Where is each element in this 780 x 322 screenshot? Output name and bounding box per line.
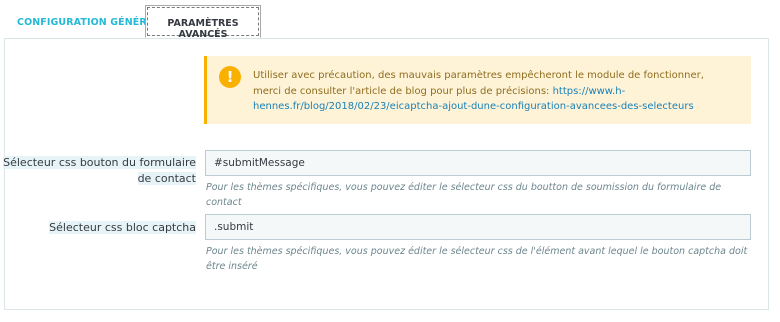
contact-button-selector-help: Pour les thèmes spécifiques, vous pouvez… xyxy=(206,182,722,208)
tab-parametres-avances[interactable]: PARAMÈTRES AVANCÉS xyxy=(145,5,261,40)
field-label-contact-button-selector: Sélecteur css bouton du formulaire de co… xyxy=(3,156,196,185)
captcha-block-selector-help: Pour les thèmes spécifiques, vous pouvez… xyxy=(206,246,748,272)
contact-button-selector-input[interactable] xyxy=(205,150,751,176)
captcha-block-selector-input[interactable] xyxy=(205,214,751,240)
alert-text: Utiliser avec précaution, des mauvais pa… xyxy=(253,70,704,97)
tab-parametres-avances-label: PARAMÈTRES AVANCÉS xyxy=(167,18,239,40)
warning-alert: ! Utiliser avec précaution, des mauvais … xyxy=(204,56,751,124)
warning-icon: ! xyxy=(219,66,241,88)
alert-message: Utiliser avec précaution, des mauvais pa… xyxy=(253,68,733,115)
tab-bar: CONFIGURATION GÉNÉRALE PARAMÈTRES AVANCÉ… xyxy=(0,0,780,40)
field-label-captcha-block-selector: Sélecteur css bloc captcha xyxy=(49,221,196,234)
